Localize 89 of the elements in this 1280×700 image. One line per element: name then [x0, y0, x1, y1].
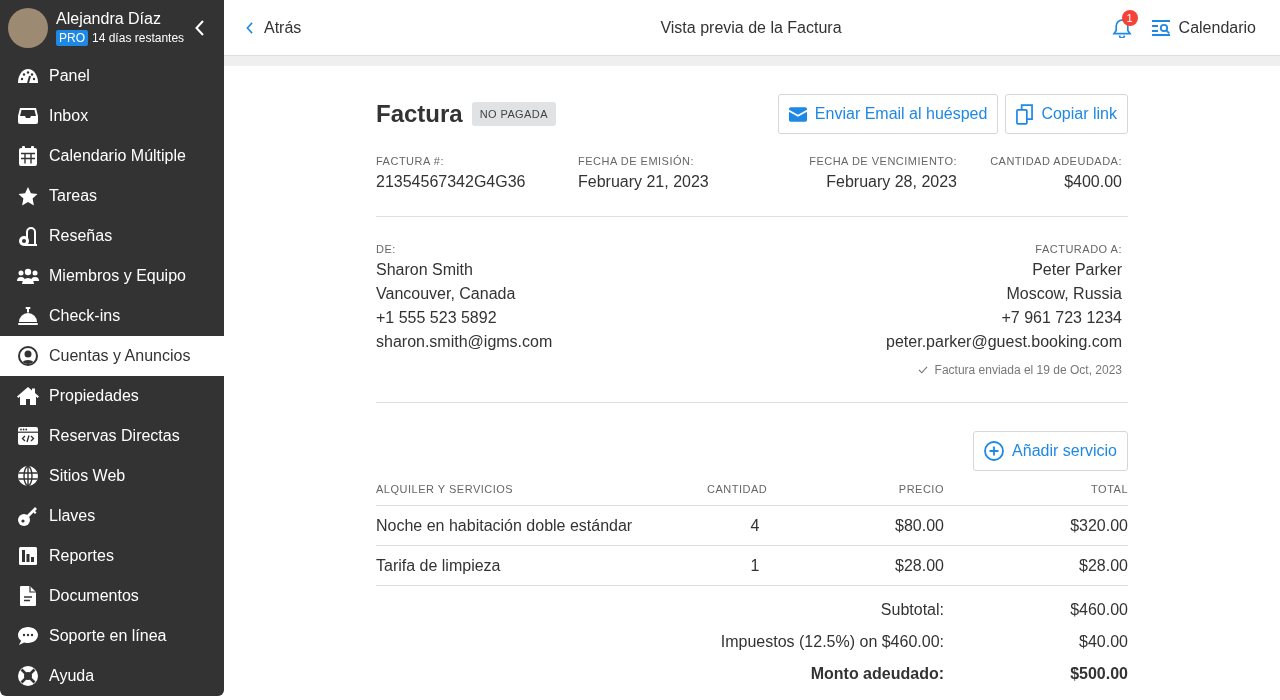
trial-status: 14 días restantes: [92, 30, 185, 46]
calendar-icon: [19, 146, 37, 166]
avatar-placeholder: [8, 8, 48, 48]
field-label: FECHA DE VENCIMIENTO:: [809, 154, 957, 168]
users-icon: [17, 268, 39, 284]
list-search-icon: [1151, 19, 1171, 36]
sent-status-text: Factura enviada el 19 de Oct, 2023: [934, 362, 1122, 378]
back-link[interactable]: Atrás: [246, 18, 302, 37]
column-header: ALQUILER Y SERVICIOS: [376, 482, 515, 496]
chevron-left-icon[interactable]: [195, 20, 204, 36]
table-cell-text: Tarifa de limpieza: [376, 556, 502, 575]
sidebar-item[interactable]: Reservas Directas: [0, 416, 224, 456]
section-label: FACTURADO A:: [1035, 242, 1122, 256]
gauge-icon: [18, 69, 38, 83]
table-cell-text: $80.00: [894, 516, 944, 535]
copy-link-button[interactable]: Copiar link: [1005, 94, 1128, 134]
field-value: February 28, 2023: [826, 172, 957, 192]
total-value: $500.00: [1070, 665, 1128, 683]
status-badge: NO PAGADA: [471, 102, 556, 126]
invoice-title: Factura: [376, 100, 463, 128]
sidebar-item[interactable]: Check-ins: [0, 296, 224, 336]
total-label: Subtotal:: [880, 601, 944, 619]
field-label: FECHA DE EMISIÓN:: [578, 154, 695, 168]
sidebar-item[interactable]: Documentos: [0, 576, 224, 616]
sidebar-item[interactable]: Llaves: [0, 496, 224, 536]
total-value: $460.00: [1070, 601, 1128, 619]
sidebar-item[interactable]: Ayuda: [0, 656, 224, 696]
vacuum-icon: [19, 226, 37, 246]
calendar-link[interactable]: Calendario: [1151, 18, 1256, 37]
sidebar-item[interactable]: Panel: [0, 56, 224, 96]
plan-badge: PRO: [56, 30, 88, 46]
table-cell-text: 4: [749, 516, 761, 535]
column-header: CANTIDAD: [706, 482, 769, 496]
sidebar-item[interactable]: Tareas: [0, 176, 224, 216]
sidebar-item[interactable]: Soporte en línea: [0, 616, 224, 656]
tray-icon: [18, 108, 38, 124]
email-guest-button[interactable]: Enviar Email al huésped: [777, 94, 999, 134]
sidebar-item[interactable]: Miembros y Equipo: [0, 256, 224, 296]
contact-line: +7 961 723 1234: [1001, 308, 1122, 328]
column-header: PRECIO: [897, 482, 944, 496]
section-label: DE:: [376, 242, 396, 256]
contact-line: sharon.smith@igms.com: [376, 332, 553, 352]
total-label: Impuestos (12.5%) on $460.00:: [720, 633, 944, 651]
total-label: Monto adeudado:: [810, 665, 944, 683]
browser-code-icon: [18, 427, 38, 445]
contact-line: peter.parker@guest.booking.com: [886, 332, 1122, 352]
sidebar-item[interactable]: Reportes: [0, 536, 224, 576]
check-icon: [917, 366, 928, 374]
document-icon: [20, 586, 36, 606]
plus-circle-icon: [984, 441, 1005, 461]
field-label: FACTURA #:: [376, 154, 444, 168]
copy-icon: [1016, 103, 1034, 125]
sidebar-item[interactable]: Inbox: [0, 96, 224, 136]
notification-badge: 1: [1121, 9, 1138, 26]
chevron-left-icon: [246, 21, 253, 34]
key-icon: [18, 506, 38, 526]
field-label: CANTIDAD ADEUDADA:: [990, 154, 1122, 168]
star-icon: [18, 186, 38, 206]
contact-line: +1 555 523 5892: [376, 308, 497, 328]
home-icon: [17, 387, 39, 405]
contact-line: Moscow, Russia: [1006, 284, 1122, 304]
add-service-button[interactable]: Añadir servicio: [973, 431, 1128, 471]
contact-line: Vancouver, Canada: [376, 284, 516, 304]
user-circle-icon: [18, 346, 38, 366]
sidebar-item[interactable]: Sitios Web: [0, 456, 224, 496]
table-cell-text: $28.00: [894, 556, 944, 575]
table-cell-text: Noche en habitación doble estándar: [376, 516, 634, 535]
field-value: February 21, 2023: [578, 172, 709, 192]
table-cell-text: 1: [749, 556, 761, 575]
service-bell-icon: [18, 307, 38, 325]
envelope-icon: [788, 106, 807, 122]
contact-line: Sharon Smith: [376, 260, 473, 280]
sidebar-item[interactable]: Propiedades: [0, 376, 224, 416]
field-value: $400.00: [1064, 172, 1122, 192]
total-value: $40.00: [1079, 633, 1128, 651]
column-header: TOTAL: [1090, 482, 1128, 496]
sidebar-item[interactable]: Cuentas y Anuncios: [0, 336, 224, 376]
bar-chart-icon: [19, 547, 37, 565]
globe-icon: [18, 466, 38, 486]
life-ring-icon: [18, 666, 38, 686]
page-title: Vista previa de la Factura: [660, 18, 842, 37]
user-name: Alejandra Díaz: [56, 10, 162, 28]
sidebar-item[interactable]: Reseñas: [0, 216, 224, 256]
table-cell-text: $320.00: [1069, 516, 1128, 535]
chat-bubble-icon: [18, 627, 38, 645]
field-value: 21354567342G4G36: [376, 172, 526, 192]
contact-line: Peter Parker: [1032, 260, 1122, 280]
table-cell-text: $28.00: [1078, 556, 1128, 575]
sidebar-item[interactable]: Calendario Múltiple: [0, 136, 224, 176]
